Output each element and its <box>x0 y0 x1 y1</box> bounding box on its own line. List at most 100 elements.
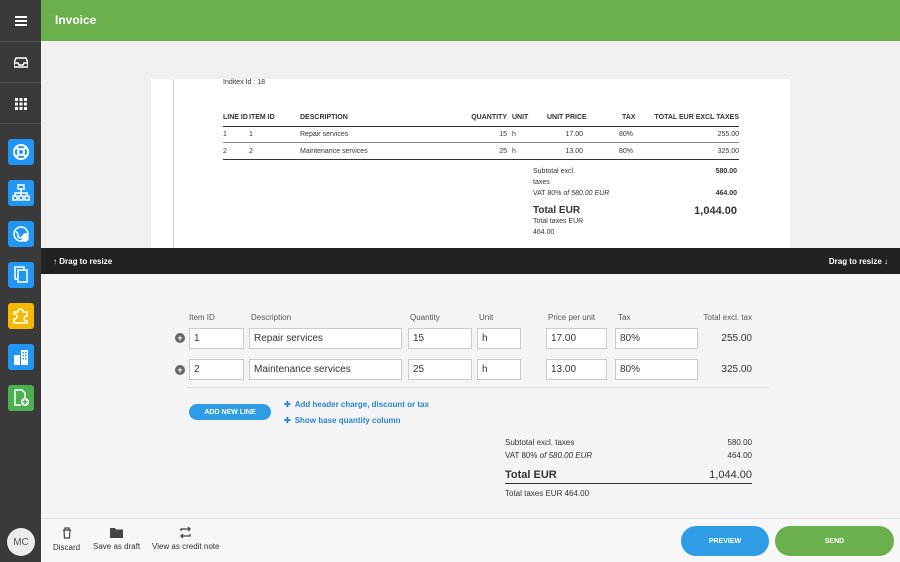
quantity-input[interactable]: 15 <box>408 328 472 349</box>
quantity-input[interactable]: 25 <box>408 359 472 380</box>
menu-icon <box>14 15 27 26</box>
doc-header-item-id: ITEM ID <box>249 114 275 121</box>
subtotal-label: Subtotal excl. taxes <box>505 438 575 447</box>
row-total: 255.00 <box>721 333 752 344</box>
vat-value: 464.00 <box>727 451 752 460</box>
tax-input[interactable]: 80% <box>615 359 698 380</box>
item-id-input[interactable]: 2 <box>189 359 244 380</box>
folder-icon <box>110 528 124 538</box>
doc-item-id: 2 <box>249 148 253 155</box>
preview-button[interactable]: PREVIEW <box>681 526 769 556</box>
doc-total: 325.00 <box>717 148 739 155</box>
doc-line-id: 2 <box>223 148 227 155</box>
doc-header-total: TOTAL EUR EXCL TAXES <box>654 114 739 121</box>
col-header-item-id: Item ID <box>189 313 215 322</box>
doc-total-taxes-label: Total taxes EUR <box>533 218 584 225</box>
drag-resize-right[interactable]: Drag to resize ↓ <box>829 257 888 266</box>
doc-subtotal-label-2: taxes <box>533 179 550 186</box>
avatar[interactable]: MC <box>7 528 35 556</box>
plus-icon: ✚ <box>284 416 291 425</box>
rail-item-organization[interactable] <box>0 172 41 213</box>
document-add-icon <box>13 388 29 406</box>
unit-input[interactable]: h <box>477 359 521 380</box>
globe-icon <box>12 225 29 242</box>
show-base-quantity-link[interactable]: ✚ Show base quantity column <box>284 416 401 425</box>
doc-header-description: DESCRIPTION <box>300 114 348 121</box>
rail-item-documents[interactable] <box>0 254 41 295</box>
doc-total: 255.00 <box>717 131 739 138</box>
total-label: Total EUR <box>505 469 557 481</box>
doc-subtotal-label: Subtotal excl. <box>533 168 576 175</box>
doc-vat-label: VAT 80% of 580.00 EUR <box>533 190 610 197</box>
price-input[interactable]: 17.00 <box>546 328 607 349</box>
apps-button[interactable] <box>0 83 41 124</box>
price-input[interactable]: 13.00 <box>546 359 607 380</box>
invoice-paper: Inditex Id : 18 LINE ID ITEM ID DESCRIPT… <box>151 79 790 248</box>
subtotal-value: 580.00 <box>727 438 752 447</box>
invoice-preview: Inditex Id : 18 LINE ID ITEM ID DESCRIPT… <box>41 41 900 248</box>
doc-tax: 80% <box>619 131 634 138</box>
puzzle-icon <box>12 307 28 324</box>
swap-icon <box>180 527 192 538</box>
footer-toolbar: Discard Save as draft View as credit not… <box>41 518 900 562</box>
rail-item-new-document[interactable] <box>0 377 41 418</box>
col-header-tax: Tax <box>618 313 631 322</box>
rail-item-companies[interactable] <box>0 336 41 377</box>
buildings-icon <box>13 349 28 365</box>
view-credit-note-button[interactable]: View as credit note <box>152 527 219 551</box>
rail-item-support[interactable] <box>0 131 41 172</box>
doc-item-id: 1 <box>249 131 253 138</box>
doc-header-tax: TAX <box>622 114 636 121</box>
doc-subtotal-value: 580.00 <box>715 168 737 175</box>
sitemap-icon <box>11 183 30 201</box>
send-button[interactable]: SEND <box>775 526 894 556</box>
doc-total-label: Total EUR <box>533 205 581 216</box>
unit-input[interactable]: h <box>477 328 521 349</box>
vat-label: VAT 80% of 580.00 EUR <box>505 451 593 460</box>
page-title: Invoice <box>55 13 97 27</box>
row-add-icon[interactable]: + <box>175 365 185 375</box>
doc-unit: h <box>512 148 516 155</box>
add-header-charge-link[interactable]: ✚ Add header charge, discount or tax <box>284 400 429 409</box>
row-add-icon[interactable]: + <box>175 333 185 343</box>
doc-unit: h <box>512 131 516 138</box>
plus-icon: ✚ <box>284 400 291 409</box>
total-taxes: Total taxes EUR 464.00 <box>505 489 590 498</box>
add-new-line-button[interactable]: ADD NEW LINE <box>189 404 271 420</box>
doc-quantity: 25 <box>499 148 507 155</box>
lifebuoy-icon <box>12 143 29 160</box>
doc-vat-value: 464.00 <box>715 190 737 197</box>
doc-total-value: 1,044.00 <box>694 205 737 217</box>
doc-header-quantity: QUANTITY <box>471 114 507 121</box>
drag-resize-left[interactable]: ↑ Drag to resize <box>53 257 112 266</box>
col-header-description: Description <box>251 313 292 322</box>
item-id-input[interactable]: 1 <box>189 328 244 349</box>
discard-button[interactable]: Discard <box>53 527 80 552</box>
doc-quantity: 15 <box>499 131 507 138</box>
description-input[interactable]: Maintenance services <box>249 359 402 380</box>
col-header-total: Total excl. tax <box>703 313 752 322</box>
col-header-price: Price per unit <box>548 313 596 322</box>
tax-input[interactable]: 80% <box>615 328 698 349</box>
row-total: 325.00 <box>721 364 752 375</box>
rail-item-integrations[interactable] <box>0 295 41 336</box>
doc-tax: 80% <box>619 148 634 155</box>
doc-unit-price: 13.00 <box>565 148 583 155</box>
trash-icon <box>62 527 71 539</box>
inditex-id: Inditex Id : 18 <box>223 79 266 86</box>
resize-bar[interactable]: ↑ Drag to resize Drag to resize ↓ <box>41 248 900 274</box>
apps-grid-icon <box>14 97 27 110</box>
doc-description: Maintenance services <box>300 148 368 155</box>
doc-total-taxes-value: 464.00 <box>533 229 555 236</box>
doc-header-unit: UNIT <box>512 114 529 121</box>
doc-header-line-id: LINE ID <box>223 114 248 121</box>
menu-button[interactable] <box>0 0 41 41</box>
save-draft-button[interactable]: Save as draft <box>93 527 140 551</box>
doc-header-unit-price: UNIT PRICE <box>547 114 587 121</box>
inbox-button[interactable] <box>0 42 41 83</box>
col-header-unit: Unit <box>479 313 494 322</box>
left-rail: MC <box>0 0 41 562</box>
rail-item-network[interactable] <box>0 213 41 254</box>
description-input[interactable]: Repair services <box>249 328 402 349</box>
doc-description: Repair services <box>300 131 349 138</box>
